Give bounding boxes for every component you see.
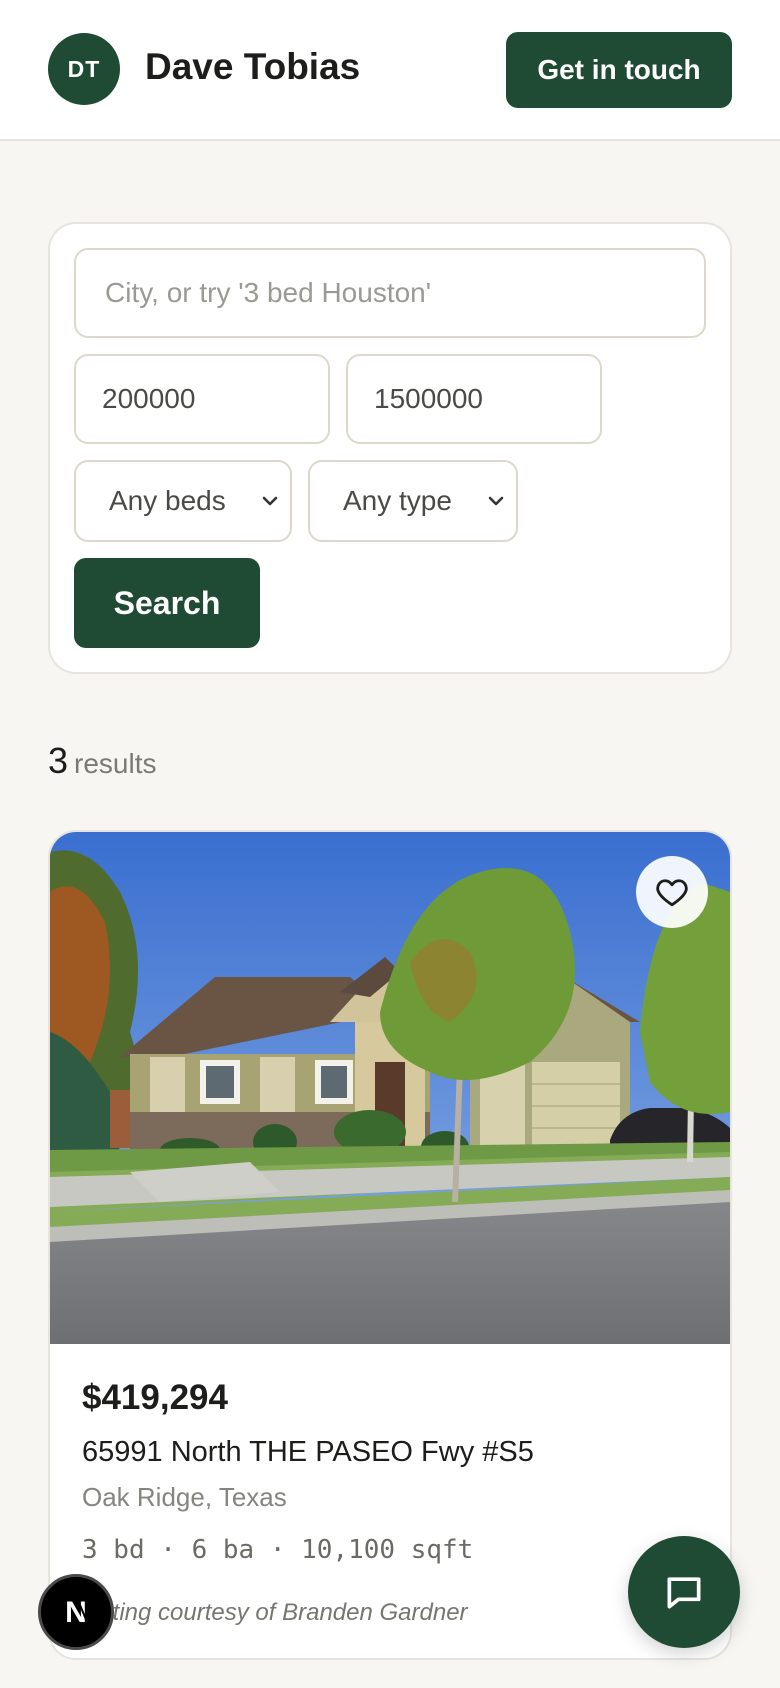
listing-city: Oak Ridge, Texas [82,1482,287,1512]
search-placeholder: City, or try '3 bed Houston' [105,277,432,308]
heart-icon [656,879,688,907]
listing-courtesy: Listing courtesy of Branden Gardner [82,1599,468,1626]
chevron-down-icon [488,496,504,506]
listing-specs: 3 bd · 6 ba · 10,100 sqft [82,1535,474,1565]
min-price-value: 200000 [102,383,196,414]
min-price-input[interactable]: 200000 [74,354,330,444]
max-price-value: 1500000 [374,383,484,414]
dev-tools-badge[interactable]: N [38,1574,114,1650]
results-number: 3 [48,740,69,781]
results-label: results [74,748,157,779]
agent-name[interactable]: Dave Tobias [145,46,360,88]
beds-select-value: Any beds [109,485,226,516]
listing-address[interactable]: 65991 North THE PASEO Fwy #S5 [82,1436,534,1469]
search-form: City, or try '3 bed Houston' 200000 1500… [48,222,732,674]
chat-icon [667,1577,701,1609]
chat-button[interactable] [628,1536,740,1648]
site-header: DT Dave Tobias Get in touch [0,0,780,141]
results-count: 3 results [48,740,157,782]
chevron-down-icon [262,496,278,506]
type-select-value: Any type [343,485,452,516]
type-select[interactable]: Any type [308,460,518,542]
listing-price: $419,294 [82,1378,228,1417]
search-input[interactable]: City, or try '3 bed Houston' [74,248,706,338]
beds-select[interactable]: Any beds [74,460,292,542]
listing-card[interactable]: $419,294 65991 North THE PASEO Fwy #S5 O… [48,830,732,1660]
get-in-touch-button[interactable]: Get in touch [506,32,732,108]
max-price-input[interactable]: 1500000 [346,354,602,444]
nextjs-logo-icon: N [65,1596,88,1629]
favorite-button[interactable] [636,856,708,928]
agent-avatar[interactable]: DT [48,33,120,105]
search-button[interactable]: Search [74,558,260,648]
house-photo[interactable] [50,832,730,1344]
